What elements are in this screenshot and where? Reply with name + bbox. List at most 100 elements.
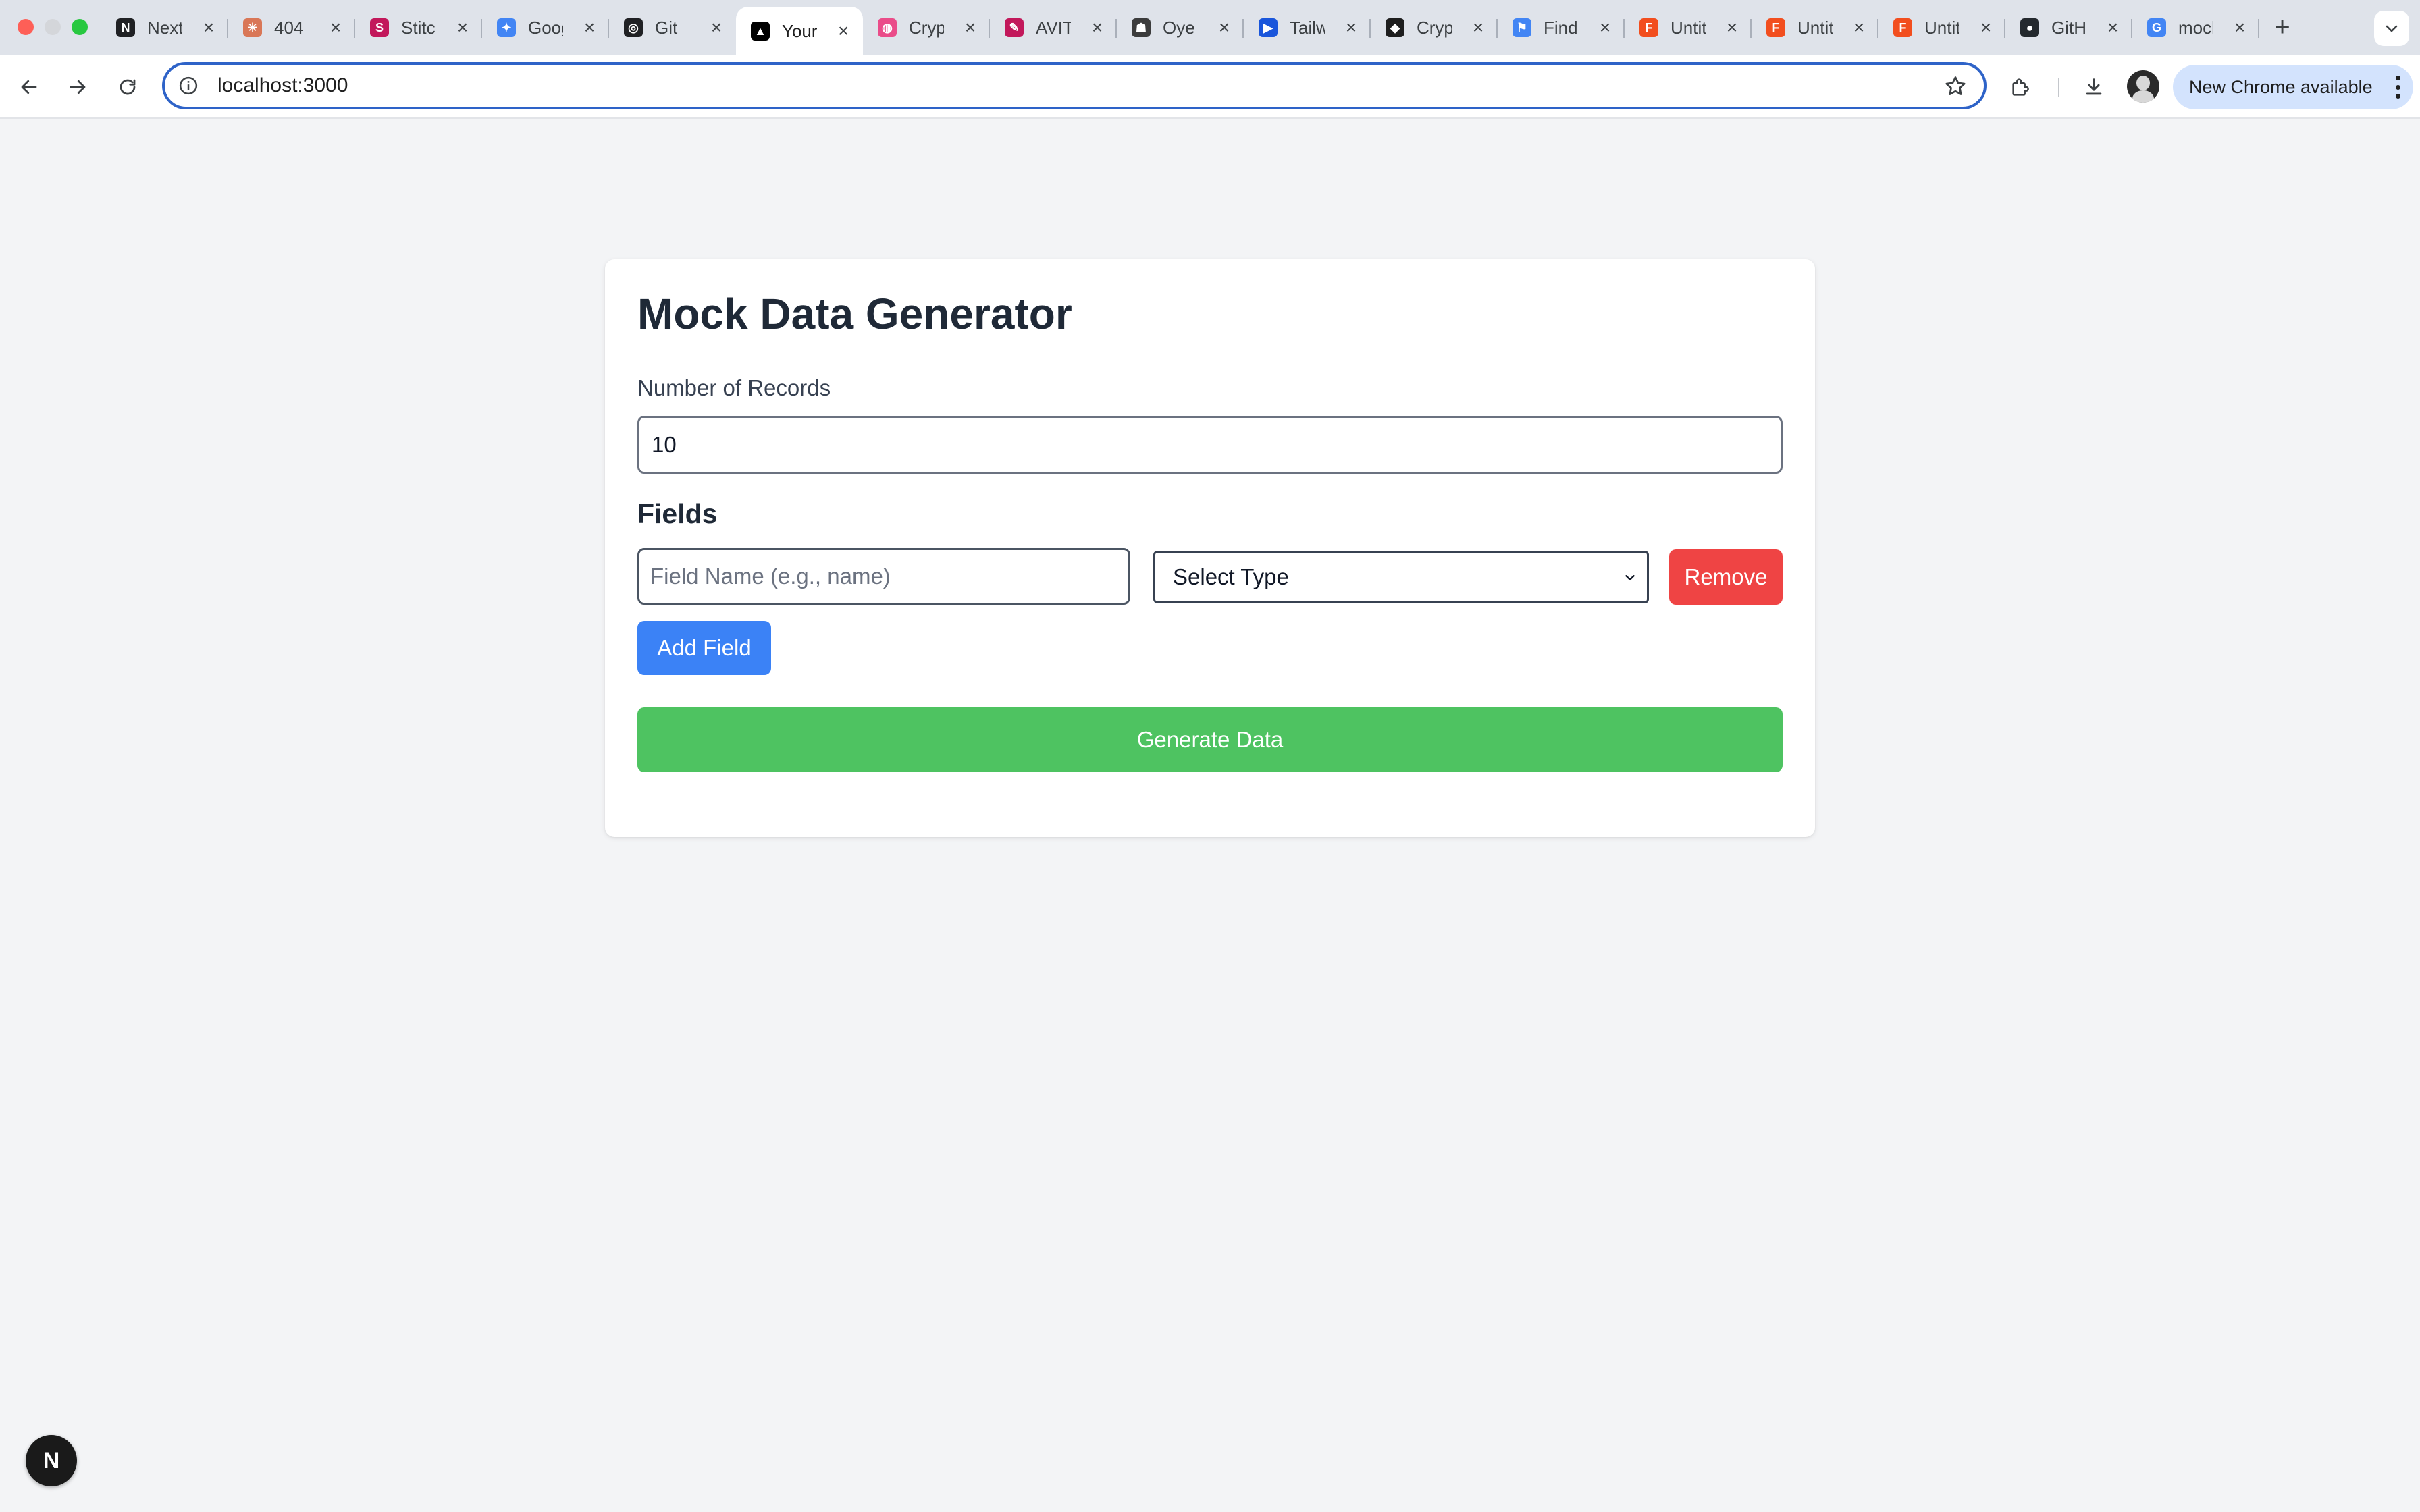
chrome-update-button[interactable]: New Chrome available <box>2173 65 2413 109</box>
gemini-icon: ✦ <box>497 18 516 37</box>
tab-search-button[interactable] <box>2374 11 2409 46</box>
field-name-input[interactable] <box>637 548 1130 605</box>
more-menu-icon[interactable] <box>2396 76 2401 99</box>
close-tab-icon[interactable]: × <box>1595 17 1615 38</box>
close-tab-icon[interactable]: × <box>960 17 980 38</box>
arrow-left-icon <box>21 80 37 94</box>
tab-title: 404 <box>274 17 304 38</box>
close-tab-icon[interactable]: × <box>1468 17 1488 38</box>
chevron-down-icon <box>1625 575 1635 580</box>
close-tab-icon[interactable]: × <box>1976 17 1996 38</box>
nextjs-dev-indicator[interactable]: N <box>26 1435 77 1486</box>
site-info-icon[interactable] <box>178 76 199 96</box>
tab-title: Crypto <box>909 17 944 38</box>
browser-tab[interactable]: S Stitch × <box>355 7 482 49</box>
reload-icon <box>120 79 136 95</box>
oye-icon: ☗ <box>1132 18 1151 37</box>
close-window-button[interactable] <box>18 19 34 35</box>
tab-title: Crypto <box>1417 17 1452 38</box>
tab-title: Your <box>782 20 817 41</box>
browser-toolbar: localhost:3000 New Chrome available <box>0 55 2420 119</box>
add-field-button[interactable]: Add Field <box>637 621 771 675</box>
tab-title: Next <box>147 17 182 38</box>
figma-icon: F <box>1639 18 1658 37</box>
forward-button[interactable] <box>61 70 95 104</box>
new-tab-button[interactable]: + <box>2267 12 2297 42</box>
browser-tab[interactable]: ◆ Crypto × <box>1371 7 1498 49</box>
address-bar[interactable]: localhost:3000 <box>162 62 1987 109</box>
browser-tab[interactable]: ▲ Your × <box>736 7 863 55</box>
binance-icon: ◆ <box>1386 18 1404 37</box>
browser-tab[interactable]: ⚑ Find × <box>1498 7 1625 49</box>
close-tab-icon[interactable]: × <box>325 17 346 38</box>
browser-tab[interactable]: F Untitled × <box>1878 7 2005 49</box>
browser-tab[interactable]: ✳ 404 × <box>228 7 355 49</box>
page-title: Mock Data Generator <box>637 290 1072 338</box>
tab-title: Stitch <box>401 17 436 38</box>
close-tab-icon[interactable]: × <box>452 17 473 38</box>
browser-tab[interactable]: ◎ Git × <box>609 7 736 49</box>
avit-icon: ✎ <box>1005 18 1024 37</box>
close-tab-icon[interactable]: × <box>2230 17 2250 38</box>
records-input[interactable] <box>637 416 1783 474</box>
extensions-button[interactable] <box>2004 70 2038 104</box>
browser-tab[interactable]: ● GitHub × <box>2005 7 2132 49</box>
back-button[interactable] <box>12 70 46 104</box>
close-tab-icon[interactable]: × <box>199 17 219 38</box>
browser-tab[interactable]: Gmock × <box>2132 7 2259 49</box>
puzzle-icon <box>2012 78 2029 96</box>
figma-icon: F <box>1766 18 1785 37</box>
browser-tab[interactable]: ☗ Oye × <box>1117 7 1244 49</box>
reload-button[interactable] <box>111 70 144 104</box>
vercel-icon: ▲ <box>751 22 770 40</box>
tab-title: Untitled <box>1797 17 1833 38</box>
flag-icon: ⚑ <box>1512 18 1531 37</box>
close-tab-icon[interactable]: × <box>2103 17 2123 38</box>
close-tab-icon[interactable]: × <box>1849 17 1869 38</box>
maximize-window-button[interactable] <box>72 19 88 35</box>
remove-field-button[interactable]: Remove <box>1669 549 1783 605</box>
browser-tab[interactable]: N Next × <box>101 7 228 49</box>
field-type-select[interactable]: Select Type <box>1153 551 1649 603</box>
browser-tab[interactable]: ✎ AVIT × <box>990 7 1117 49</box>
openai-icon: ◎ <box>624 18 643 37</box>
browser-tab[interactable]: ◍ Crypto × <box>863 7 990 49</box>
close-tab-icon[interactable]: × <box>579 17 600 38</box>
tab-title: AVIT <box>1036 17 1071 38</box>
field-type-value: Select Type <box>1173 564 1289 589</box>
bookmark-star-icon[interactable] <box>1943 74 1968 99</box>
close-tab-icon[interactable]: × <box>1341 17 1361 38</box>
toolbar-divider <box>2058 78 2059 97</box>
stitch-icon: S <box>370 18 389 37</box>
tab-title: Untitled <box>1924 17 1959 38</box>
tailwind-icon: ▶ <box>1259 18 1278 37</box>
claude-icon: ✳ <box>243 18 262 37</box>
generator-card: Mock Data Generator Number of Records Fi… <box>605 259 1815 837</box>
github-icon: ● <box>2020 18 2039 37</box>
tab-title: Find <box>1544 17 1578 38</box>
tab-title: Git <box>655 17 678 38</box>
minimize-window-button[interactable] <box>45 19 61 35</box>
close-tab-icon[interactable]: × <box>1722 17 1742 38</box>
close-tab-icon[interactable]: × <box>706 17 727 38</box>
tab-title: GitHub <box>2051 17 2086 38</box>
close-tab-icon[interactable]: × <box>1214 17 1234 38</box>
url-text: localhost:3000 <box>217 74 348 97</box>
profile-avatar[interactable] <box>2127 70 2159 103</box>
google-icon: G <box>2147 18 2166 37</box>
tab-title: Tailwind <box>1290 17 1325 38</box>
generate-data-button[interactable]: Generate Data <box>637 707 1783 772</box>
downloads-button[interactable] <box>2077 70 2111 104</box>
close-tab-icon[interactable]: × <box>1087 17 1107 38</box>
tab-title: Oye <box>1163 17 1195 38</box>
download-icon <box>2086 78 2102 95</box>
fields-heading: Fields <box>637 498 718 529</box>
close-tab-icon[interactable]: × <box>833 20 853 41</box>
figma-icon: F <box>1893 18 1912 37</box>
tab-list: N Next × ✳ 404 × S Stitch × ✦ Google × ◎ Git × ▲ Your × ◍ C… <box>101 7 2259 55</box>
dribbble-icon: ◍ <box>878 18 897 37</box>
browser-tab[interactable]: F Untitled × <box>1752 7 1878 49</box>
browser-tab[interactable]: ▶ Tailwind × <box>1244 7 1371 49</box>
browser-tab[interactable]: F Untitled × <box>1625 7 1752 49</box>
browser-tab[interactable]: ✦ Google × <box>482 7 609 49</box>
